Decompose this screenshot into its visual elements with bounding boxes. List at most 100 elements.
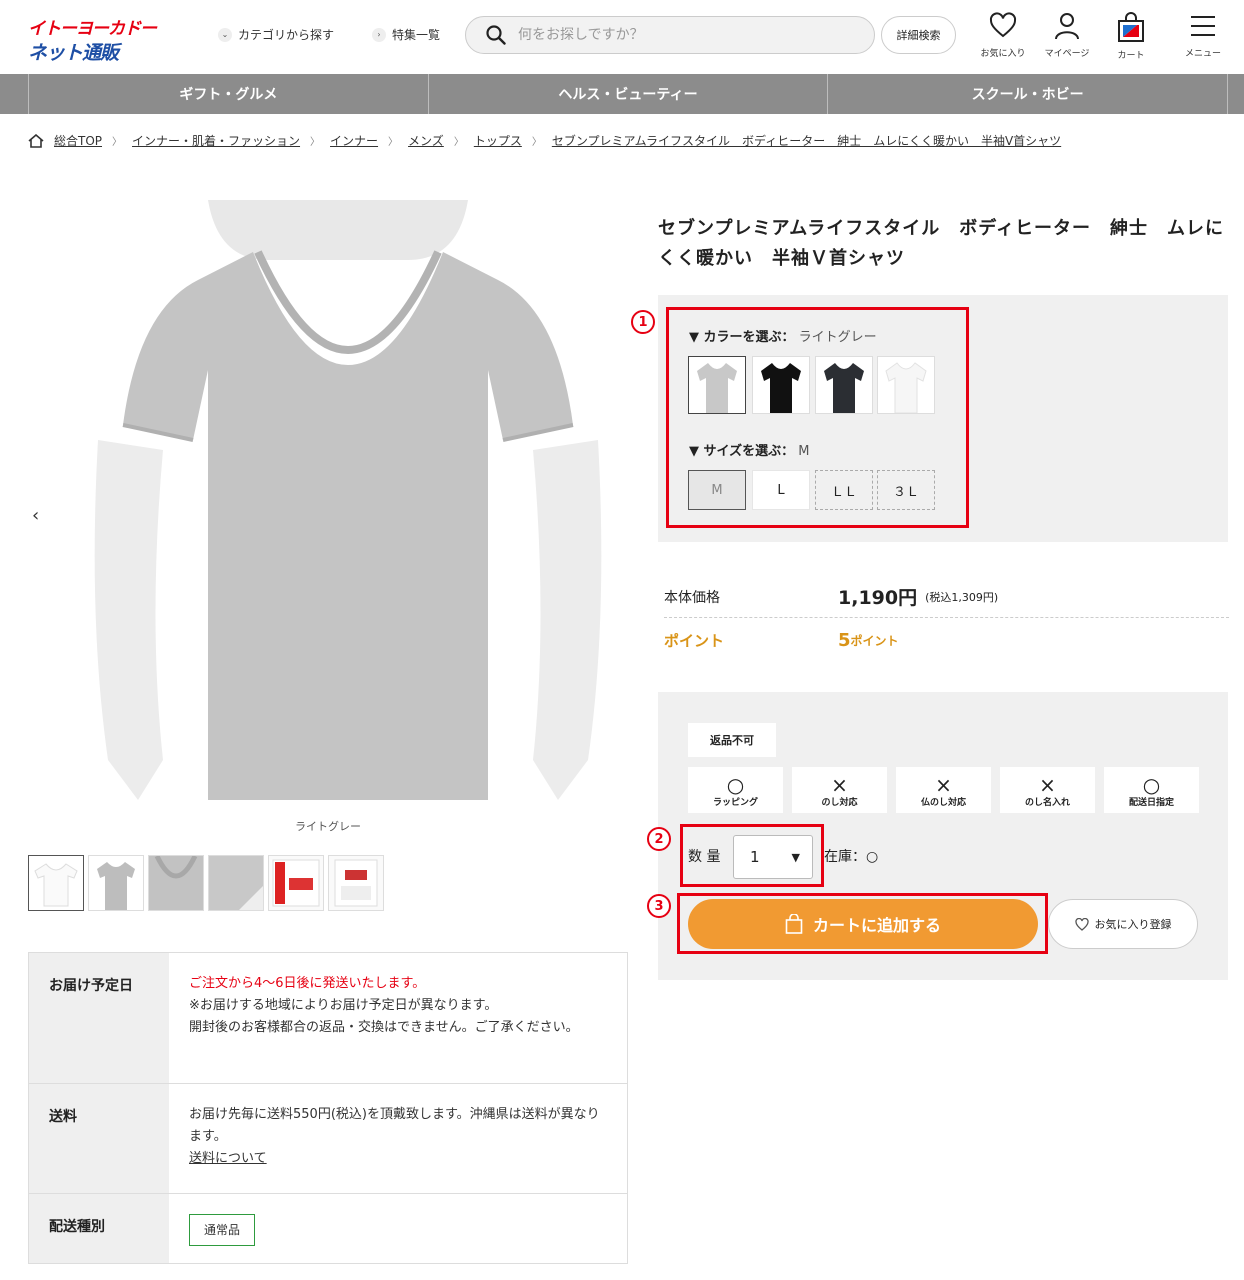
package-back-icon (334, 859, 378, 907)
hamburger-icon (1191, 16, 1215, 36)
size-option-3l[interactable]: ３Ｌ (877, 470, 935, 510)
search-icon (486, 25, 506, 45)
color-swatch-black[interactable] (752, 356, 810, 414)
thumb-collar[interactable] (148, 854, 204, 911)
option-buddhist-noshi: × 仏のし対応 (896, 767, 991, 813)
mypage-link[interactable]: マイページ (1037, 12, 1097, 59)
price-row: 本体価格 1,190円 (税込1,309円) (664, 576, 1229, 618)
shopping-bag-icon (785, 914, 803, 934)
package-front-icon (272, 859, 320, 907)
nav-health-beauty[interactable]: ヘルス・ビューティー (427, 74, 828, 114)
quantity-label: 数 量 (688, 849, 721, 865)
delivery-date-label: お届け予定日 (29, 953, 169, 1083)
add-favorite-button[interactable]: お気に入り登録 (1048, 899, 1198, 949)
point-unit: ポイント (850, 634, 899, 648)
size-option-l[interactable]: L (752, 470, 810, 510)
dropdown-triangle-icon: ▼ (791, 850, 800, 864)
search-input[interactable] (518, 27, 848, 43)
chevron-down-icon: ⌄ (218, 27, 232, 42)
return-policy-note: 開封後のお客様都合の返品・交換はできません。ご了承ください。 (189, 1020, 579, 1035)
cart-link[interactable]: カート (1101, 12, 1161, 61)
available-circle-icon: ○ (1142, 773, 1161, 797)
unavailable-cross-icon: × (831, 773, 848, 797)
user-icon (1055, 13, 1079, 40)
option-wrapping-label: ラッピング (712, 798, 758, 808)
collar-closeup-icon (154, 854, 198, 879)
breadcrumb-inner-fashion[interactable]: インナー・肌着・ファッション (132, 132, 300, 149)
breadcrumb-product[interactable]: セブンプレミアムライフスタイル ボディヒーター 紳士 ムレにくく暖かい 半袖V首… (552, 132, 1061, 149)
add-favorite-label: お気に入り登録 (1094, 918, 1172, 931)
quantity-select[interactable]: 1 ▼ (733, 835, 813, 879)
heart-outline-icon (1074, 917, 1089, 931)
size-option-ll[interactable]: ＬＬ (815, 470, 873, 510)
selected-size: M (798, 444, 810, 459)
option-noshi: × のし対応 (792, 767, 887, 813)
color-label: ▼ カラーを選ぶ： (689, 330, 795, 345)
home-icon (28, 133, 44, 148)
point-row: ポイント 5 ポイント (664, 630, 899, 651)
feature-link[interactable]: › 特集一覧 (372, 26, 440, 43)
main-product-image (68, 200, 628, 800)
category-link[interactable]: ⌄ カテゴリから探す (218, 26, 334, 43)
thumb-sleeve[interactable] (208, 855, 264, 911)
prev-image-arrow[interactable]: ‹ (32, 505, 39, 526)
feature-link-label: 特集一覧 (392, 28, 441, 42)
size-option-m[interactable]: M (688, 470, 746, 510)
color-swatch-white[interactable] (877, 356, 935, 414)
image-caption: ライトグレー (295, 820, 361, 833)
annotation-marker-3: 3 (647, 894, 671, 918)
unavailable-cross-icon: × (935, 773, 952, 797)
logo-top[interactable]: イトーヨーカドー (28, 14, 157, 39)
add-to-cart-label: カートに追加する (812, 918, 941, 935)
color-selector-label: ▼ カラーを選ぶ： ライトグレー (689, 326, 877, 345)
delivery-info-table: お届け予定日 ご注文から4～6日後に発送いたします。 ※お届けする地域によりお届… (28, 952, 628, 1264)
nav-school-hobby[interactable]: スクール・ホビー (827, 74, 1229, 114)
thumb-white-shirt[interactable] (28, 855, 84, 911)
annotation-marker-1: 1 (631, 310, 655, 334)
delivery-type-badge: 通常品 (189, 1214, 256, 1246)
size-selector-label: ▼ サイズを選ぶ： M (689, 440, 810, 459)
price-label: 本体価格 (664, 589, 720, 606)
breadcrumb-top[interactable]: 総合TOP (54, 132, 102, 149)
breadcrumb-tops[interactable]: トップス (474, 132, 522, 149)
available-circle-icon: ○ (726, 773, 745, 797)
add-to-cart-button[interactable]: カートに追加する (688, 899, 1038, 949)
option-noshi-name: × のし名入れ (1000, 767, 1095, 813)
option-buddhist-noshi-label: 仏のし対応 (920, 798, 966, 808)
price-value: 1,190円 (838, 587, 918, 609)
search-box[interactable] (465, 16, 875, 54)
mypage-label: マイページ (1044, 49, 1090, 59)
unavailable-cross-icon: × (1039, 773, 1056, 797)
option-delivery-date-label: 配送日指定 (1128, 798, 1174, 808)
menu-button[interactable]: メニュー (1173, 12, 1233, 59)
menu-label: メニュー (1184, 49, 1221, 59)
point-value: 5 (838, 630, 851, 651)
tshirt-black-icon (761, 363, 801, 413)
sleeve-closeup-icon (239, 886, 263, 910)
color-swatch-navy[interactable] (815, 356, 873, 414)
thumb-gray-model[interactable] (88, 855, 144, 911)
color-swatch-lightgray[interactable] (688, 356, 746, 414)
favorites-link[interactable]: お気に入り (973, 12, 1033, 59)
thumb-package-front[interactable] (268, 855, 324, 911)
tshirt-white-icon (34, 863, 78, 907)
selected-color: ライトグレー (798, 330, 877, 345)
nav-gift-gourmet[interactable]: ギフト・グルメ (28, 74, 428, 114)
return-not-allowed-badge: 返品不可 (688, 723, 776, 757)
breadcrumb-mens[interactable]: メンズ (408, 132, 444, 149)
option-delivery-date: ○ 配送日指定 (1104, 767, 1199, 813)
breadcrumb-inner[interactable]: インナー (330, 132, 378, 149)
logo-bottom[interactable]: ネット通販 (28, 38, 119, 65)
option-wrapping: ○ ラッピング (688, 767, 783, 813)
thumb-package-back[interactable] (328, 855, 384, 911)
breadcrumb: 総合TOP 〉 インナー・肌着・ファッション〉 インナー〉 メンズ〉 トップス〉 … (28, 132, 1061, 149)
shipping-info-link[interactable]: 送料について (189, 1151, 267, 1166)
delivery-region-note: ※お届けする地域によりお届け予定日が異なります。 (189, 998, 498, 1013)
annotation-marker-2: 2 (647, 827, 671, 851)
cart-bag-icon (1118, 12, 1144, 42)
price-tax: (税込1,309円) (925, 590, 999, 604)
point-label: ポイント (664, 632, 725, 650)
stock-status: 在庫：○ (824, 849, 879, 865)
advanced-search-button[interactable]: 詳細検索 (881, 16, 956, 54)
tshirt-lightgray-icon (697, 363, 737, 413)
